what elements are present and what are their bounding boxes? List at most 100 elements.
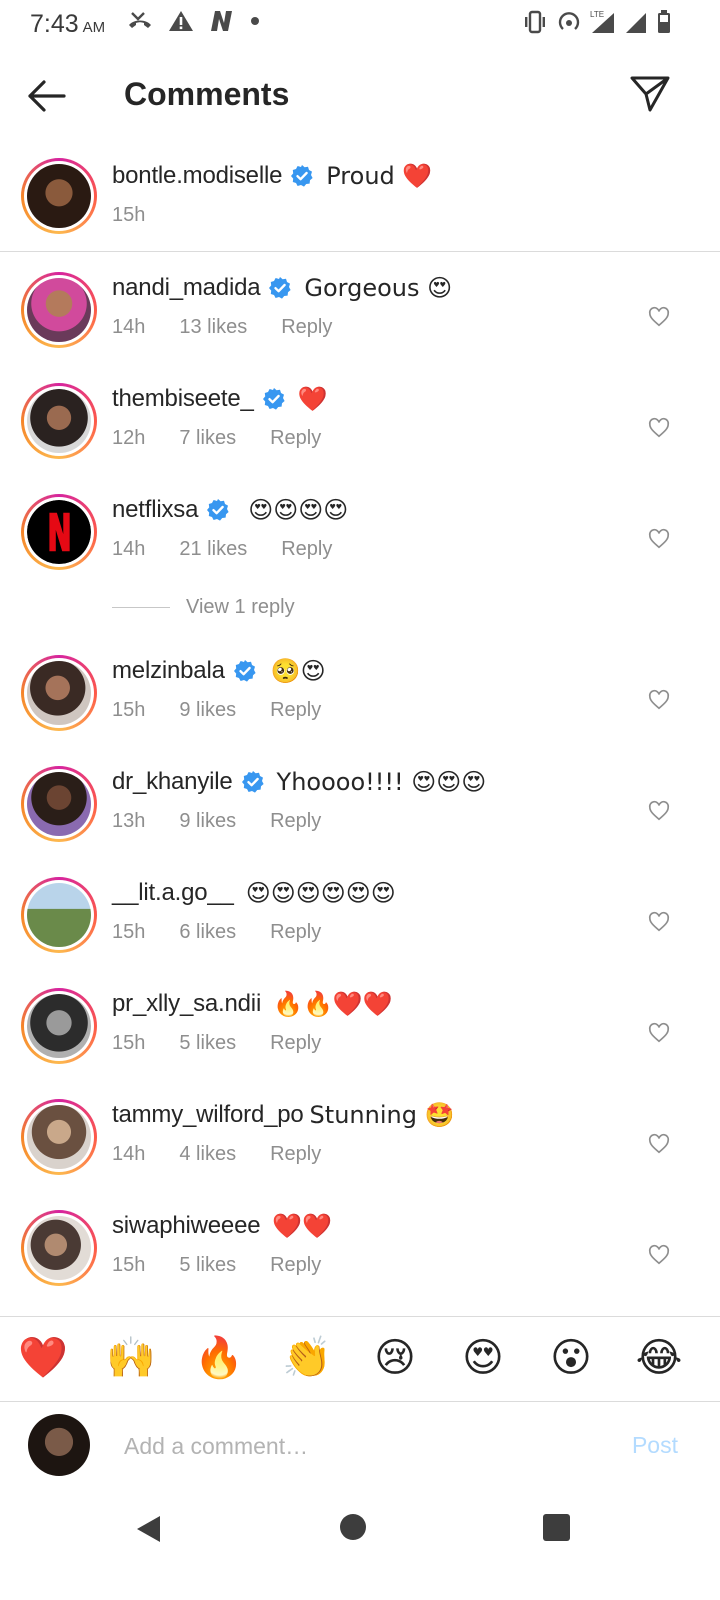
back-button[interactable] <box>24 74 68 118</box>
reply-button[interactable]: Reply <box>270 427 321 450</box>
emoji-fire-button[interactable]: 🔥 <box>194 1333 244 1383</box>
time-value: 7:43 <box>30 10 79 38</box>
comment-avatar[interactable] <box>21 877 97 953</box>
comment-time: 13h <box>112 810 146 832</box>
reply-button[interactable]: Reply <box>281 538 332 561</box>
comment-meta: 15h 6 likes Reply <box>112 921 321 944</box>
comment-likes[interactable]: 21 likes <box>179 538 247 561</box>
comment-username[interactable]: __lit.a.go__ <box>112 879 234 907</box>
vibrate-icon <box>525 10 545 34</box>
reply-button[interactable]: Reply <box>270 1254 321 1277</box>
emoji-laughing-button[interactable]: 😂 <box>634 1333 684 1383</box>
reply-button[interactable]: Reply <box>270 1143 321 1166</box>
comment-time: 14h <box>112 316 146 338</box>
comment-username[interactable]: nandi_madida <box>112 274 261 302</box>
comment-line: thembiseete_ ❤️ <box>112 385 328 413</box>
nav-back-icon[interactable] <box>134 1514 164 1544</box>
reply-button[interactable]: Reply <box>270 921 321 944</box>
comment-likes[interactable]: 6 likes <box>179 921 236 944</box>
like-heart-icon[interactable] <box>648 417 670 439</box>
like-heart-icon[interactable] <box>648 306 670 328</box>
paper-plane-icon <box>630 76 670 112</box>
comment-line: nandi_madida Gorgeous 😍 <box>112 274 452 302</box>
comment-likes[interactable]: 5 likes <box>179 1032 236 1055</box>
caption-line: bontle.modiselle Proud ❤️ <box>112 162 432 190</box>
time-ampm: AM <box>82 19 106 36</box>
view-replies-button[interactable]: View 1 reply <box>112 596 295 619</box>
comment-likes[interactable]: 9 likes <box>179 810 236 833</box>
avatar-photo <box>27 1216 91 1280</box>
like-heart-icon[interactable] <box>648 1244 670 1266</box>
comment-username[interactable]: dr_khanyile <box>112 768 233 796</box>
caption-username[interactable]: bontle.modiselle <box>112 162 282 190</box>
comment-username[interactable]: netflixsa <box>112 496 198 524</box>
arrow-left-icon <box>28 80 66 112</box>
nav-recents-icon[interactable] <box>543 1514 570 1541</box>
like-heart-icon[interactable] <box>648 528 670 550</box>
comment-username[interactable]: siwaphiweeee <box>112 1212 261 1240</box>
verified-badge-icon <box>269 277 291 299</box>
view-replies-divider <box>112 607 170 608</box>
hotspot-icon <box>558 12 580 30</box>
emoji-raised-hands-button[interactable]: 🙌 <box>106 1333 156 1383</box>
avatar-photo <box>27 278 91 342</box>
comment-meta: 15h 9 likes Reply <box>112 699 321 722</box>
comment-likes[interactable]: 13 likes <box>179 316 247 339</box>
comment-avatar[interactable] <box>21 494 97 570</box>
comment-line: tammy_wilford_po Stunning 🤩 <box>112 1101 454 1129</box>
reply-button[interactable]: Reply <box>270 810 321 833</box>
verified-badge-icon <box>262 388 285 410</box>
comment-avatar[interactable] <box>21 272 97 348</box>
reply-button[interactable]: Reply <box>270 1032 321 1055</box>
nav-home-icon[interactable] <box>340 1514 366 1540</box>
like-heart-icon[interactable] <box>648 1022 670 1044</box>
comment-input[interactable] <box>124 1428 594 1464</box>
comment-avatar[interactable] <box>21 766 97 842</box>
like-heart-icon[interactable] <box>648 689 670 711</box>
comment-text: ❤️❤️ <box>272 1212 333 1240</box>
comment-likes[interactable]: 7 likes <box>179 427 236 450</box>
signal-icon-1: LTE <box>590 10 614 33</box>
emoji-crying-button[interactable]: 😢 <box>370 1333 420 1383</box>
comment-composer: Post <box>0 1402 720 1492</box>
emoji-clap-button[interactable]: 👏 <box>282 1333 332 1383</box>
reply-button[interactable]: Reply <box>270 699 321 722</box>
comment-time: 15h <box>112 1032 146 1054</box>
like-heart-icon[interactable] <box>648 800 670 822</box>
comment-avatar[interactable] <box>21 383 97 459</box>
avatar-photo <box>27 994 91 1058</box>
comment-avatar[interactable] <box>21 655 97 731</box>
caption-avatar[interactable] <box>21 158 97 234</box>
reply-button[interactable]: Reply <box>281 316 332 339</box>
comment-item: __lit.a.go__ 😍😍😍😍😍😍 15h 6 likes Reply <box>0 875 720 975</box>
emoji-surprised-button[interactable]: 😮 <box>546 1333 596 1383</box>
share-button[interactable] <box>628 72 672 116</box>
comment-item: siwaphiweeee ❤️❤️ 15h 5 likes Reply <box>0 1208 720 1308</box>
comment-avatar[interactable] <box>21 1099 97 1175</box>
comment-text: Stunning 🤩 <box>309 1101 455 1129</box>
comment-avatar[interactable] <box>21 1210 97 1286</box>
like-heart-icon[interactable] <box>648 1133 670 1155</box>
emoji-heart-eyes-button[interactable]: 😍 <box>458 1333 508 1383</box>
post-button[interactable]: Post <box>632 1432 678 1459</box>
like-heart-icon[interactable] <box>648 911 670 933</box>
comment-username[interactable]: thembiseete_ <box>112 385 254 413</box>
comment-meta: 12h 7 likes Reply <box>112 427 321 450</box>
comment-username[interactable]: tammy_wilford_po <box>112 1101 304 1129</box>
status-time: 7:43 AM <box>30 10 105 39</box>
comment-likes[interactable]: 5 likes <box>179 1254 236 1277</box>
comment-username[interactable]: pr_xlly_sa.ndii <box>112 990 261 1018</box>
comment-meta: 14h 13 likes Reply <box>112 316 332 339</box>
comment-likes[interactable]: 9 likes <box>179 699 236 722</box>
comment-meta: 15h 5 likes Reply <box>112 1032 321 1055</box>
emoji-heart-button[interactable]: ❤️ <box>18 1333 68 1383</box>
comment-time: 15h <box>112 921 146 943</box>
nfc-n-icon <box>211 11 232 31</box>
comment-avatar[interactable] <box>21 988 97 1064</box>
warning-icon <box>169 11 193 31</box>
comment-username[interactable]: melzinbala <box>112 657 225 685</box>
avatar-inner <box>24 275 94 345</box>
comment-likes[interactable]: 4 likes <box>179 1143 236 1166</box>
verified-badge-icon <box>233 660 256 682</box>
avatar-photo <box>27 389 91 453</box>
